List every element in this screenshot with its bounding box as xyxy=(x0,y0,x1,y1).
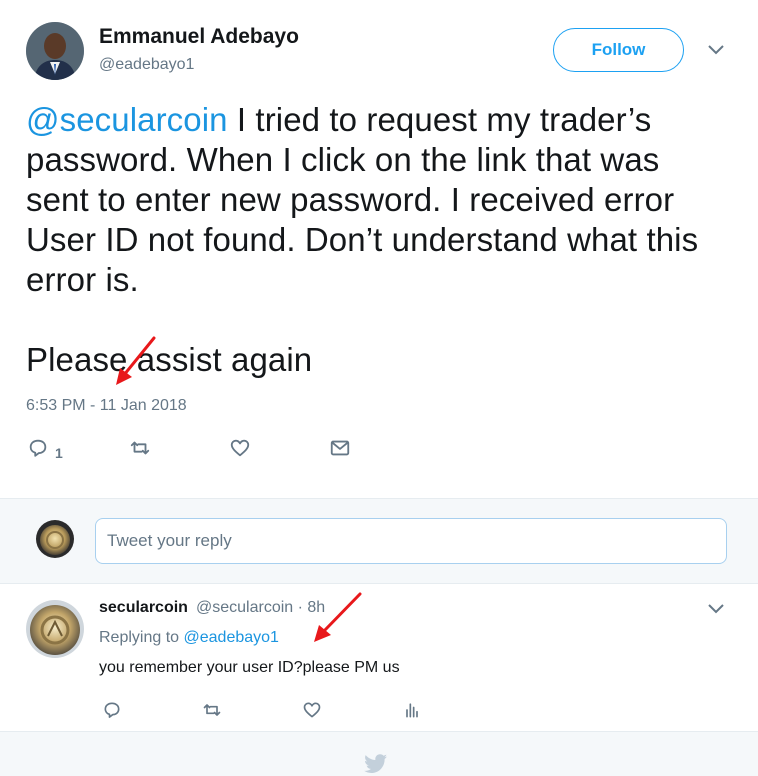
retweet-icon xyxy=(202,700,222,725)
avatar[interactable] xyxy=(26,22,84,80)
reply-icon xyxy=(27,437,49,464)
replying-prefix: Replying to xyxy=(99,629,184,646)
timestamp[interactable]: 6:53 PM - 11 Jan 2018 xyxy=(26,397,187,415)
reply-author-name[interactable]: secularcoin xyxy=(99,599,188,617)
mention-link[interactable]: @secularcoin xyxy=(26,101,228,138)
replying-to-link[interactable]: @eadebayo1 xyxy=(184,629,279,646)
retweet-button[interactable] xyxy=(202,700,222,724)
analytics-icon xyxy=(402,700,422,725)
heart-icon xyxy=(302,700,322,725)
reply-button[interactable]: 1 xyxy=(27,438,63,462)
main-tweet: Emmanuel Adebayo @eadebayo1 Follow @secu… xyxy=(0,0,758,498)
like-button[interactable] xyxy=(229,438,251,462)
follow-button[interactable]: Follow xyxy=(553,28,684,72)
retweet-icon xyxy=(129,437,151,464)
footer xyxy=(0,732,758,776)
chevron-down-icon[interactable] xyxy=(706,599,726,619)
heart-icon xyxy=(229,437,251,464)
display-name[interactable]: Emmanuel Adebayo xyxy=(99,25,299,49)
avatar[interactable] xyxy=(36,520,74,558)
avatar[interactable] xyxy=(26,600,84,658)
tweet-body-para2: Please assist again xyxy=(26,341,313,378)
reply-icon xyxy=(102,700,122,725)
twitter-bird-icon xyxy=(364,754,387,773)
reply-count: 1 xyxy=(55,444,63,461)
reply-button[interactable] xyxy=(102,700,122,724)
analytics-button[interactable] xyxy=(402,700,422,724)
reply-composer: Tweet your reply xyxy=(0,498,758,584)
reply-input[interactable]: Tweet your reply xyxy=(95,518,727,564)
retweet-button[interactable] xyxy=(129,438,151,462)
tweet-text: @secularcoin I tried to request my trade… xyxy=(26,100,726,380)
dm-button[interactable] xyxy=(329,438,351,462)
reply-author-meta[interactable]: @secularcoin · 8h xyxy=(196,599,325,617)
reply-text: you remember your user ID?please PM us xyxy=(99,659,400,676)
like-button[interactable] xyxy=(302,700,322,724)
reply-tweet: secularcoin @secularcoin · 8h Replying t… xyxy=(0,584,758,732)
chevron-down-icon[interactable] xyxy=(706,40,726,60)
envelope-icon xyxy=(329,437,351,464)
replying-to: Replying to @eadebayo1 xyxy=(99,629,279,647)
handle[interactable]: @eadebayo1 xyxy=(99,56,194,74)
